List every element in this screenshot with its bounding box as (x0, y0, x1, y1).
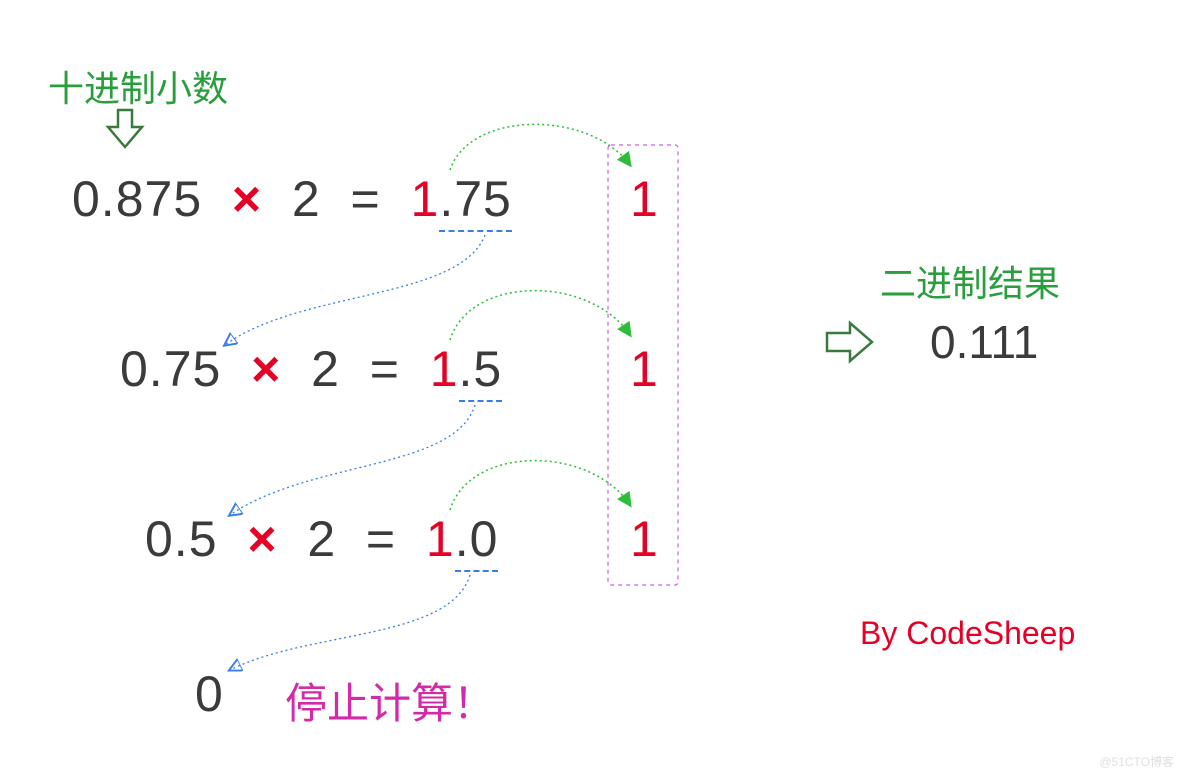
blue-arrow-1 (225, 235, 485, 345)
extracted-bit-1: 1 (630, 170, 658, 228)
blue-arrow-2 (230, 405, 475, 515)
result-int-1: 1 (411, 171, 440, 227)
binary-heading: 二进制结果 (880, 255, 1060, 307)
green-arrow-3 (450, 461, 630, 510)
binary-result: 0.111 (930, 315, 1038, 369)
equation-row-1: 0.875 × 2 = 1.75 (72, 170, 512, 232)
result-int-3: 1 (426, 511, 455, 567)
right-arrow-icon (822, 315, 877, 370)
multiplier-3: 2 (307, 511, 336, 567)
times-icon: × (251, 341, 281, 397)
green-arrow-1 (450, 124, 630, 170)
result-frac-1: .75 (439, 170, 512, 232)
down-arrow-icon (100, 105, 150, 155)
final-operand: 0 (195, 665, 224, 723)
result-frac-3: .0 (455, 510, 499, 572)
operand-3: 0.5 (145, 511, 218, 567)
result-frac-2: .5 (459, 340, 503, 402)
times-icon: × (232, 171, 262, 227)
blue-arrow-3 (230, 575, 470, 670)
multiplier-1: 2 (292, 171, 321, 227)
extracted-bit-3: 1 (630, 510, 658, 568)
multiplier-2: 2 (311, 341, 340, 397)
result-int-2: 1 (430, 341, 459, 397)
operand-1: 0.875 (72, 171, 202, 227)
author-credit: By CodeSheep (860, 615, 1075, 652)
green-arrow-2 (450, 291, 630, 340)
stop-label: 停止计算！ (285, 670, 495, 731)
equation-row-3: 0.5 × 2 = 1.0 (145, 510, 498, 572)
watermark: @51CTO博客 (1099, 753, 1174, 770)
times-icon: × (247, 511, 277, 567)
operand-2: 0.75 (120, 341, 221, 397)
extracted-bit-2: 1 (630, 340, 658, 398)
equation-row-2: 0.75 × 2 = 1.5 (120, 340, 502, 402)
